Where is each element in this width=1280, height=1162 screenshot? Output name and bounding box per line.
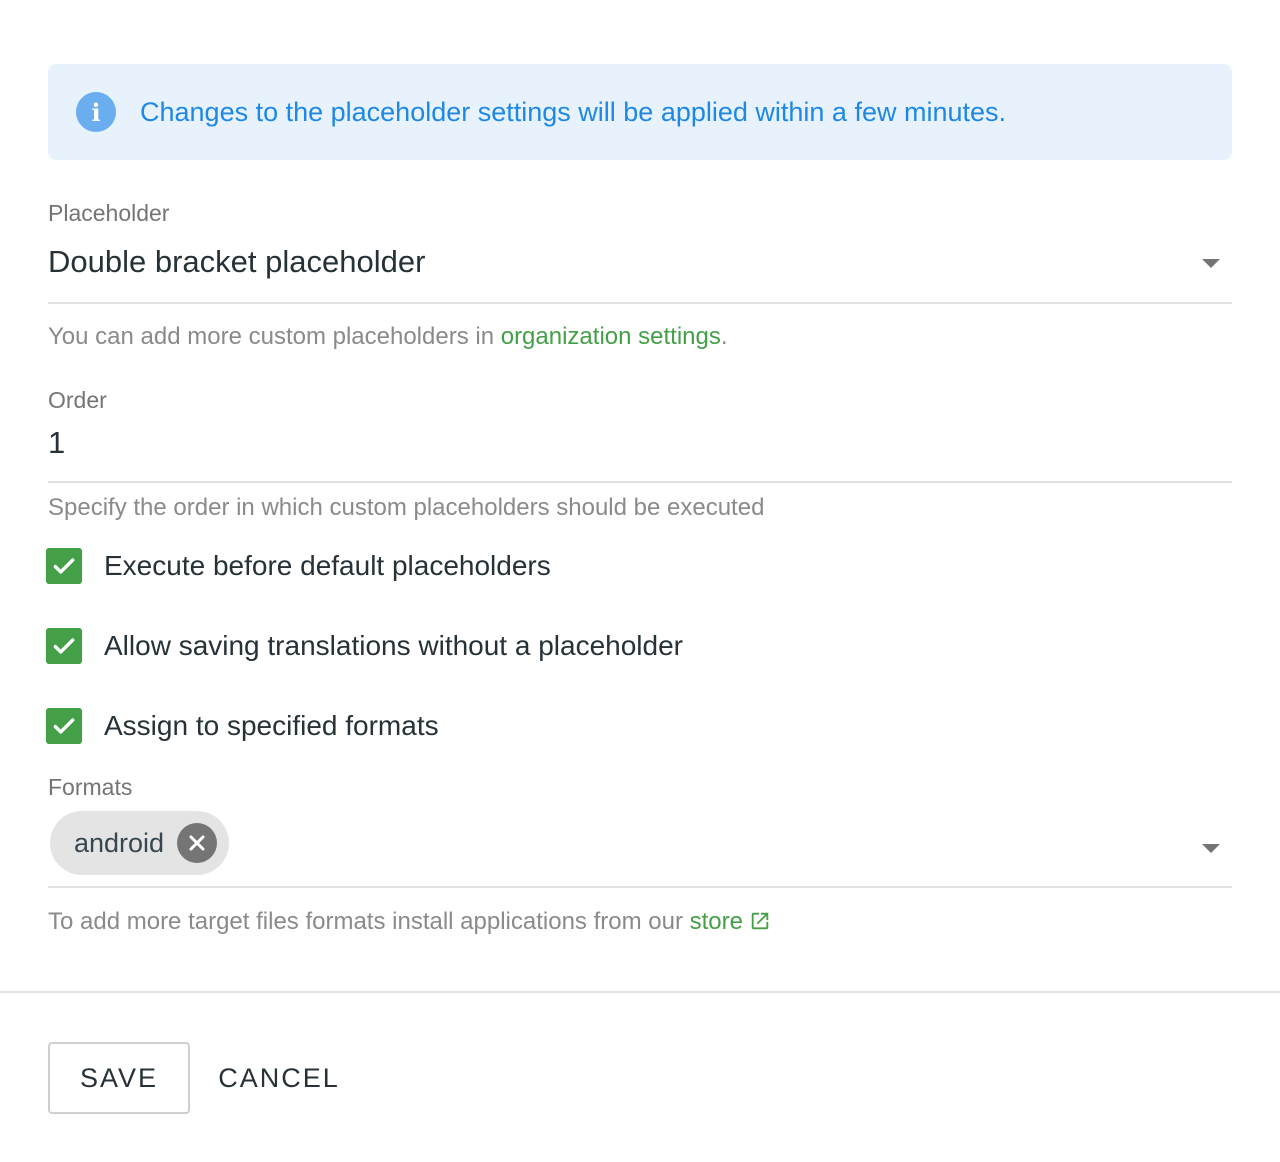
placeholder-label: Placeholder (48, 200, 170, 226)
order-input-underline (48, 481, 1232, 483)
footer-divider (0, 991, 1280, 993)
checkbox-checked-icon[interactable] (46, 628, 82, 664)
placeholder-select-value[interactable]: Double bracket placeholder (48, 244, 425, 280)
formats-label: Formats (48, 774, 133, 800)
placeholder-helper-text: You can add more custom placeholders in … (48, 323, 728, 350)
cancel-button[interactable]: CANCEL (208, 1042, 350, 1114)
formats-select-underline (48, 886, 1232, 888)
organization-settings-link[interactable]: organization settings (501, 323, 721, 350)
checkbox-label: Execute before default placeholders (104, 550, 551, 581)
format-chip-android[interactable]: android (50, 811, 229, 875)
order-helper-text: Specify the order in which custom placeh… (48, 494, 765, 521)
checkbox-checked-icon[interactable] (46, 708, 82, 744)
format-chip-label: android (74, 827, 165, 858)
chip-remove-icon[interactable] (177, 823, 217, 863)
external-link-icon[interactable] (749, 910, 771, 932)
placeholder-dropdown-caret-icon[interactable] (1202, 259, 1220, 268)
info-banner: i Changes to the placeholder settings wi… (48, 64, 1232, 160)
order-label: Order (48, 387, 107, 413)
checkbox-execute-before-default[interactable]: Execute before default placeholders (46, 546, 551, 586)
store-link[interactable]: store (690, 908, 771, 935)
checkbox-label: Assign to specified formats (104, 710, 439, 741)
checkbox-assign-to-formats[interactable]: Assign to specified formats (46, 706, 439, 746)
checkbox-allow-saving-without-placeholder[interactable]: Allow saving translations without a plac… (46, 626, 683, 666)
order-input[interactable]: 1 (48, 425, 65, 461)
checkbox-label: Allow saving translations without a plac… (104, 630, 683, 661)
formats-helper-text: To add more target files formats install… (48, 908, 771, 936)
formats-dropdown-caret-icon[interactable] (1202, 844, 1220, 853)
info-icon: i (76, 92, 116, 132)
info-banner-text: Changes to the placeholder settings will… (140, 96, 1007, 127)
save-button[interactable]: SAVE (48, 1042, 190, 1114)
placeholder-select-underline (48, 302, 1232, 304)
checkbox-checked-icon[interactable] (46, 548, 82, 584)
